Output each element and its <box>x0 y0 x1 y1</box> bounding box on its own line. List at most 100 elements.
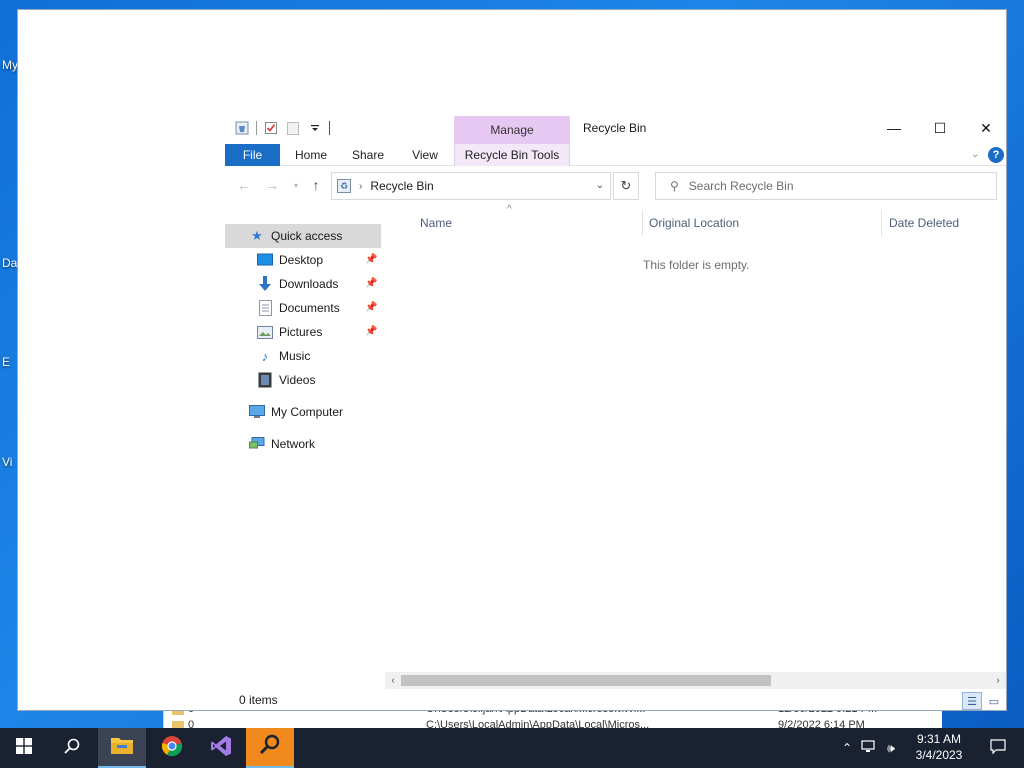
tab-recycle-bin-tools[interactable]: Recycle Bin Tools <box>454 144 570 166</box>
title-bar[interactable]: Manage Recycle Bin — ☐ ✕ <box>225 110 1006 144</box>
tab-home[interactable]: Home <box>286 144 336 166</box>
up-arrow-icon[interactable]: ↑ <box>307 176 325 194</box>
taskbar-search-everything[interactable] <box>246 728 294 768</box>
tab-share[interactable]: Share <box>343 144 393 166</box>
nav-item-pictures[interactable]: Pictures <box>257 320 381 344</box>
address-history-dropdown-icon[interactable]: ⌄ <box>596 180 604 191</box>
music-note-icon: ♪ <box>261 348 269 364</box>
scrollbar-thumb[interactable] <box>401 675 771 686</box>
download-arrow-icon <box>257 276 273 292</box>
magnifier-app-icon <box>259 734 281 761</box>
videos-film-icon <box>257 372 273 388</box>
nav-item-desktop[interactable]: Desktop <box>257 248 381 272</box>
chrome-icon <box>161 735 183 762</box>
start-button[interactable] <box>0 728 48 768</box>
expand-ribbon-chevron-icon[interactable]: ⌄ <box>971 149 979 160</box>
clock-date: 3/4/2023 <box>915 748 963 762</box>
new-folder-icon[interactable] <box>285 120 301 136</box>
taskbar-visual-studio[interactable] <box>197 728 245 768</box>
properties-icon[interactable] <box>263 120 279 136</box>
nav-network[interactable]: Network <box>249 432 381 456</box>
refresh-button[interactable]: ↻ <box>613 172 639 200</box>
forward-arrow-icon[interactable]: → <box>263 176 281 194</box>
pictures-icon <box>257 324 273 340</box>
breadcrumb-recycle-bin[interactable]: Recycle Bin <box>370 179 433 193</box>
notification-icon <box>990 738 1006 758</box>
window-title: Recycle Bin <box>583 121 647 135</box>
search-input[interactable] <box>688 179 969 193</box>
horizontal-scrollbar[interactable]: ‹ › <box>385 672 1006 689</box>
recycle-bin-icon: ♻ <box>337 179 351 193</box>
scroll-left-arrow-icon[interactable]: ‹ <box>385 673 401 688</box>
file-list-pane[interactable]: ^ Name Original Location Date Deleted Th… <box>385 202 1006 672</box>
file-explorer-folder-icon <box>111 736 133 759</box>
desktop-icon-label-data[interactable]: Da <box>2 256 17 270</box>
nav-item-videos[interactable]: Videos <box>257 368 381 392</box>
maximize-button[interactable]: ☐ <box>917 116 963 140</box>
star-icon: ★ <box>251 228 263 243</box>
back-arrow-icon[interactable]: ← <box>235 176 253 194</box>
network-status-icon[interactable] <box>858 739 880 757</box>
scroll-right-arrow-icon[interactable]: › <box>990 673 1006 688</box>
tab-file[interactable]: File <box>225 144 280 166</box>
recycle-bin-app-icon[interactable] <box>234 120 250 136</box>
column-header-name[interactable]: Name <box>420 211 645 235</box>
column-header-original-location[interactable]: Original Location <box>649 211 881 235</box>
desktop-folder-icon <box>257 252 273 268</box>
taskbar-clock[interactable]: 9:31 AM 3/4/2023 <box>905 731 973 765</box>
nav-my-computer[interactable]: My Computer <box>249 400 381 424</box>
taskbar-chrome[interactable] <box>148 728 196 768</box>
desktop-icon-label-e[interactable]: E <box>2 355 10 369</box>
maximize-icon: ☐ <box>933 119 947 136</box>
network-icon <box>249 436 265 452</box>
action-center-button[interactable] <box>976 728 1020 768</box>
details-view-icon[interactable]: ☰ <box>962 692 982 710</box>
nav-item-downloads[interactable]: Downloads <box>257 272 381 296</box>
contextual-tab-manage[interactable]: Manage <box>454 116 570 144</box>
desktop-icon-label-visual-studio[interactable]: Vi <box>2 455 12 469</box>
desktop-icon-label-my-computer[interactable]: My <box>2 58 18 72</box>
pin-icon[interactable]: 📌 <box>365 302 377 313</box>
nav-item-documents[interactable]: Documents <box>257 296 381 320</box>
breadcrumb-separator-icon[interactable]: › <box>359 181 362 192</box>
customize-toolbar-dropdown-icon[interactable] <box>307 120 323 136</box>
refresh-icon: ↻ <box>620 178 632 193</box>
volume-icon[interactable]: 🕪 <box>880 741 902 756</box>
help-icon[interactable]: ? <box>988 147 1004 163</box>
column-divider[interactable] <box>642 210 643 236</box>
navigation-pane: ★ Quick access Desktop 📌 Downloads 📌 Doc… <box>225 224 382 584</box>
search-box[interactable]: ⚲ <box>655 172 997 200</box>
search-button[interactable] <box>48 728 96 768</box>
taskbar-file-explorer[interactable] <box>98 728 146 768</box>
show-hidden-icons-chevron-icon[interactable]: ⌃ <box>838 741 856 755</box>
address-bar[interactable]: ♻ › Recycle Bin ⌄ <box>331 172 611 200</box>
minimize-button[interactable]: — <box>871 116 917 140</box>
tab-view[interactable]: View <box>400 144 450 166</box>
search-icon: ⚲ <box>670 179 679 193</box>
search-icon <box>64 738 80 759</box>
close-button[interactable]: ✕ <box>963 116 1006 140</box>
recent-locations-chevron-icon[interactable]: ▾ <box>287 176 305 194</box>
toolbar-separator <box>256 121 257 135</box>
visual-studio-icon <box>210 735 232 762</box>
computer-monitor-icon <box>249 404 265 420</box>
windows-logo-icon <box>16 737 32 759</box>
toolbar-separator <box>329 121 330 135</box>
ribbon-tab-bar: File Home Share View Recycle Bin Tools ⌄… <box>225 144 1006 166</box>
large-icons-view-icon[interactable]: ▭ <box>984 692 1004 710</box>
nav-item-music[interactable]: ♪ Music <box>257 344 381 368</box>
address-toolbar: ← → ▾ ↑ ♻ › Recycle Bin ⌄ ↻ ⚲ <box>225 170 1006 202</box>
column-divider[interactable] <box>881 210 882 236</box>
pin-icon[interactable]: 📌 <box>365 254 377 265</box>
clock-time: 9:31 AM <box>916 732 962 746</box>
pin-icon[interactable]: 📌 <box>365 278 377 289</box>
pin-icon[interactable]: 📌 <box>365 326 377 337</box>
item-count: 0 items <box>239 693 278 707</box>
minimize-icon: — <box>887 120 901 136</box>
column-header-date-deleted[interactable]: Date Deleted <box>889 211 1006 235</box>
documents-icon <box>257 300 273 316</box>
close-icon: ✕ <box>980 119 992 136</box>
nav-quick-access[interactable]: ★ Quick access <box>225 224 381 248</box>
explorer-window: Manage Recycle Bin — ☐ ✕ File Home Share… <box>18 10 1006 710</box>
taskbar: ⌃ 🕪 9:31 AM 3/4/2023 <box>0 728 1024 768</box>
